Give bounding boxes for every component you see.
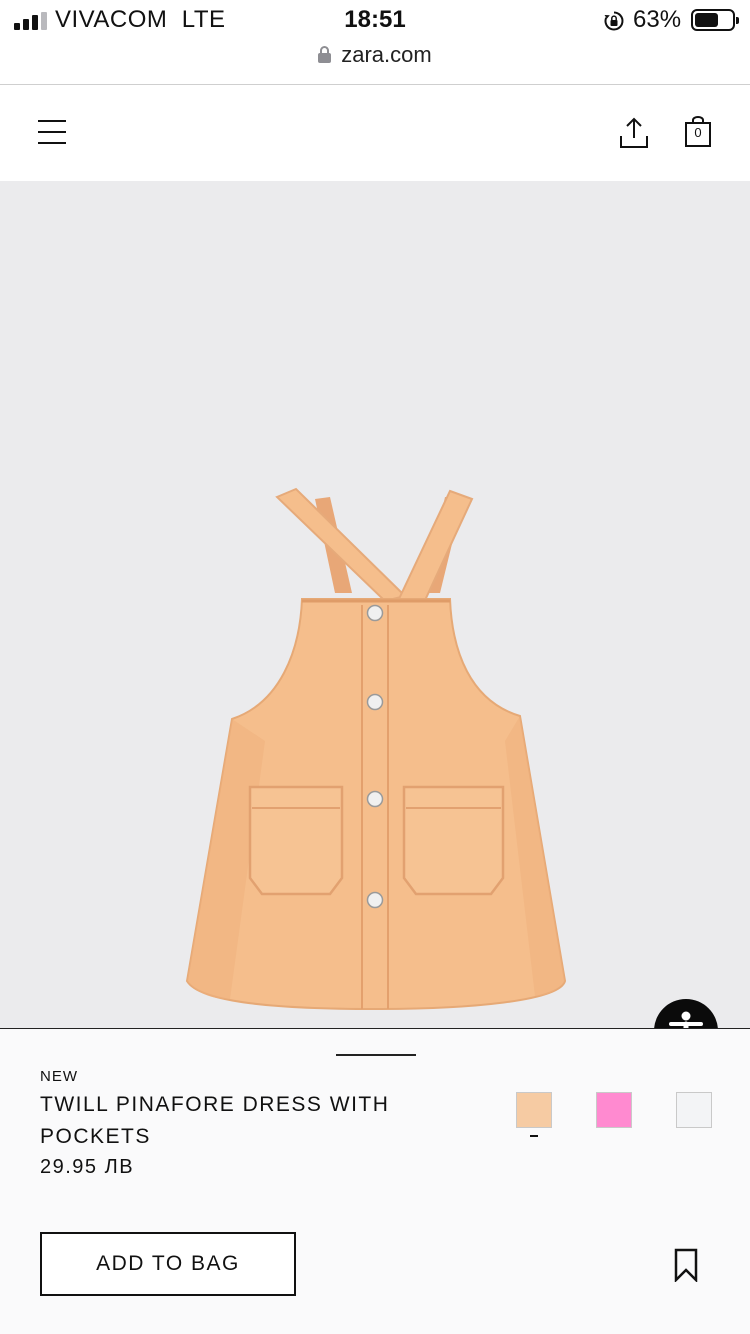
bag-count: 0 <box>694 125 702 140</box>
product-name: TWILL PINAFORE DRESS WITH POCKETS <box>40 1093 390 1148</box>
status-bar: VIVACOM LTE 18:51 63% <box>0 0 750 40</box>
accessibility-icon <box>669 1011 703 1028</box>
product-image[interactable] <box>0 181 750 1028</box>
site-header: 0 <box>0 86 750 181</box>
hamburger-menu-icon[interactable] <box>38 120 66 144</box>
color-swatch[interactable] <box>516 1092 552 1128</box>
battery-percent: 63% <box>633 6 682 33</box>
dress-illustration <box>185 487 567 1011</box>
drag-handle[interactable] <box>336 1054 416 1056</box>
rotation-lock-icon <box>604 11 624 31</box>
shopping-bag-icon[interactable]: 0 <box>684 116 712 148</box>
selected-color-indicator <box>530 1135 538 1137</box>
battery-icon <box>691 9 739 31</box>
product-info-panel: NEW TWILL PINAFORE DRESS WITH POCKETS 29… <box>0 1028 750 1334</box>
battery-fill <box>695 13 718 27</box>
new-badge: NEW <box>40 1068 78 1085</box>
bookmark-icon[interactable] <box>674 1248 698 1282</box>
share-icon[interactable] <box>618 116 650 150</box>
color-swatch[interactable] <box>596 1092 632 1128</box>
add-to-bag-button[interactable]: ADD TO BAG <box>40 1232 296 1296</box>
browser-url-bar[interactable]: zara.com <box>0 40 750 85</box>
url-text: zara.com <box>341 42 432 67</box>
accessibility-button[interactable] <box>654 999 718 1028</box>
padlock-icon <box>318 46 332 63</box>
product-price: 29.95 ЛВ <box>40 1156 135 1178</box>
color-swatch[interactable] <box>676 1092 712 1128</box>
